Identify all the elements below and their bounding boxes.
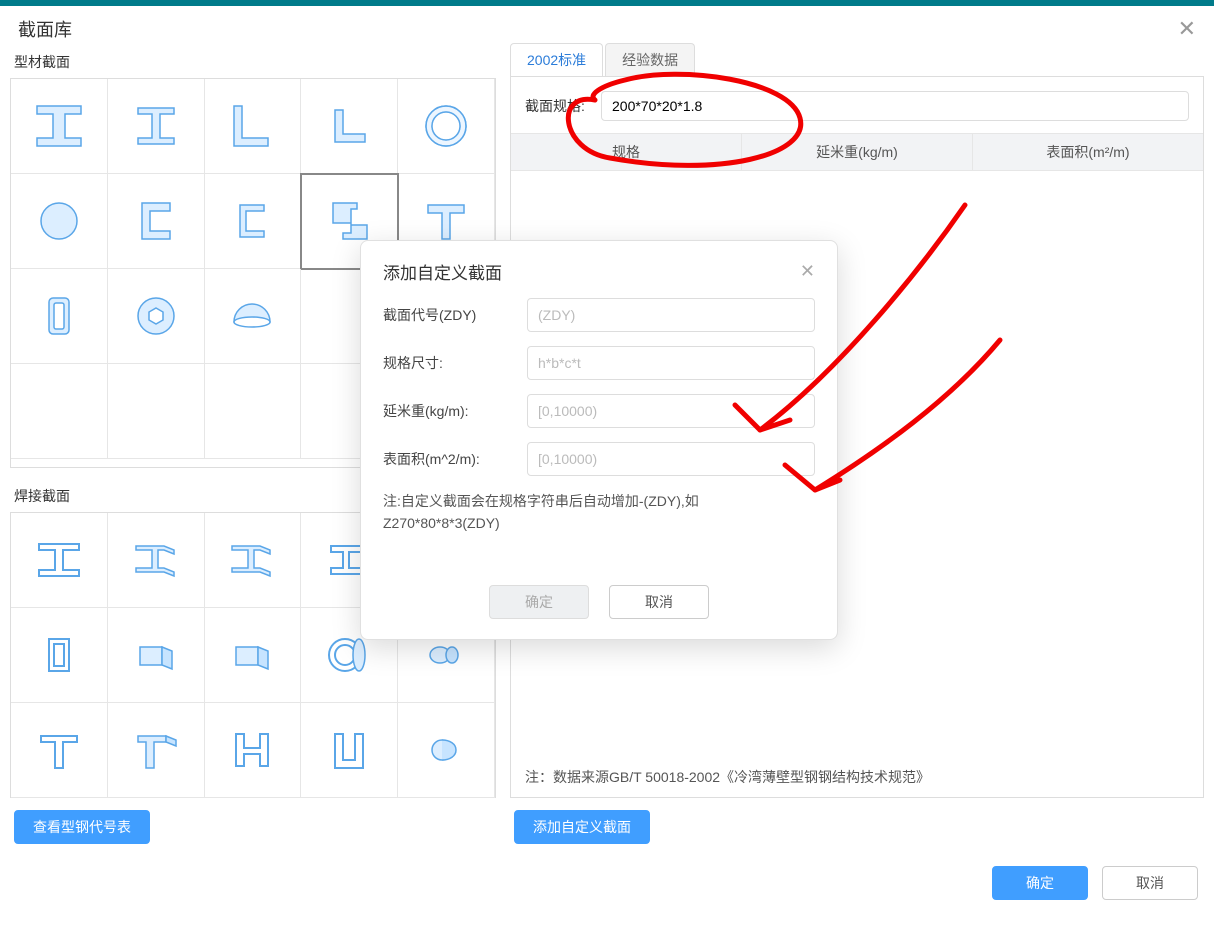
data-source-note: 注：数据来源GB/T 50018-2002《冷湾薄壁型钢钢结构技术规范》 <box>511 757 1203 797</box>
weld-rect-3d-2[interactable] <box>205 608 302 703</box>
th-area: 表面积(m²/m) <box>973 134 1203 170</box>
shape-empty-4[interactable] <box>108 364 205 459</box>
section-label-profiles: 型材截面 <box>14 52 496 72</box>
dialog-close-icon[interactable]: ✕ <box>800 261 815 282</box>
weld-rect-o[interactable] <box>11 608 108 703</box>
right-tabbar: 2002标准 经验数据 <box>510 46 1204 76</box>
field-label-area: 表面积(m^2/m): <box>383 449 519 469</box>
main-cancel-button[interactable]: 取消 <box>1102 866 1198 900</box>
section-code-input[interactable] <box>527 298 815 332</box>
add-custom-section-dialog: 添加自定义截面 ✕ 截面代号(ZDY) 规格尺寸: 延米重(kg/m): 表面积… <box>360 240 838 640</box>
section-size-input[interactable] <box>527 346 815 380</box>
view-steel-code-table-button[interactable]: 查看型钢代号表 <box>14 810 150 844</box>
spec-table-header: 规格 延米重(kg/m) 表面积(m²/m) <box>511 133 1203 171</box>
window-close-icon[interactable]: ✕ <box>1178 18 1196 40</box>
main-ok-button[interactable]: 确定 <box>992 866 1088 900</box>
dialog-ok-button[interactable]: 确定 <box>489 585 589 619</box>
section-area-input[interactable] <box>527 442 815 476</box>
shape-empty-5[interactable] <box>205 364 302 459</box>
shape-channel-c1[interactable] <box>108 174 205 269</box>
window-title: 截面库 <box>18 16 72 42</box>
dialog-note: 注:自定义截面会在规格字符串后自动增加-(ZDY),如Z270*80*8*3(Z… <box>383 490 815 535</box>
shape-pipe[interactable] <box>398 79 495 174</box>
section-weight-input[interactable] <box>527 394 815 428</box>
field-label-code: 截面代号(ZDY) <box>383 305 519 325</box>
weld-i-3d-2[interactable] <box>205 513 302 608</box>
weld-tee-3d[interactable] <box>108 703 205 798</box>
shape-channel-c2[interactable] <box>205 174 302 269</box>
dialog-cancel-button[interactable]: 取消 <box>609 585 709 619</box>
field-label-weight: 延米重(kg/m): <box>383 401 519 421</box>
shape-angle-unequal[interactable] <box>205 79 302 174</box>
shape-empty-3[interactable] <box>11 364 108 459</box>
shape-hex-bolt[interactable] <box>108 269 205 364</box>
shape-dome[interactable] <box>205 269 302 364</box>
weld-disc[interactable] <box>398 703 495 798</box>
th-weight: 延米重(kg/m) <box>742 134 973 170</box>
dialog-title: 添加自定义截面 <box>383 259 502 284</box>
tab-experience-data[interactable]: 经验数据 <box>605 43 695 76</box>
shape-i-wide[interactable] <box>108 79 205 174</box>
weld-h-flat[interactable] <box>205 703 302 798</box>
weld-rect-3d-1[interactable] <box>108 608 205 703</box>
weld-u-flat[interactable] <box>301 703 398 798</box>
add-custom-section-button[interactable]: 添加自定义截面 <box>514 810 650 844</box>
weld-tee-flat[interactable] <box>11 703 108 798</box>
tab-2002-standard[interactable]: 2002标准 <box>510 43 603 76</box>
th-spec: 规格 <box>511 134 742 170</box>
section-spec-input[interactable] <box>601 91 1189 121</box>
weld-i-flat[interactable] <box>11 513 108 608</box>
spec-label: 截面规格: <box>525 96 591 116</box>
shape-i-narrow[interactable] <box>11 79 108 174</box>
shape-angle-equal[interactable] <box>301 79 398 174</box>
weld-i-3d-1[interactable] <box>108 513 205 608</box>
field-label-size: 规格尺寸: <box>383 353 519 373</box>
shape-rect-tube[interactable] <box>11 269 108 364</box>
shape-solid-round[interactable] <box>11 174 108 269</box>
